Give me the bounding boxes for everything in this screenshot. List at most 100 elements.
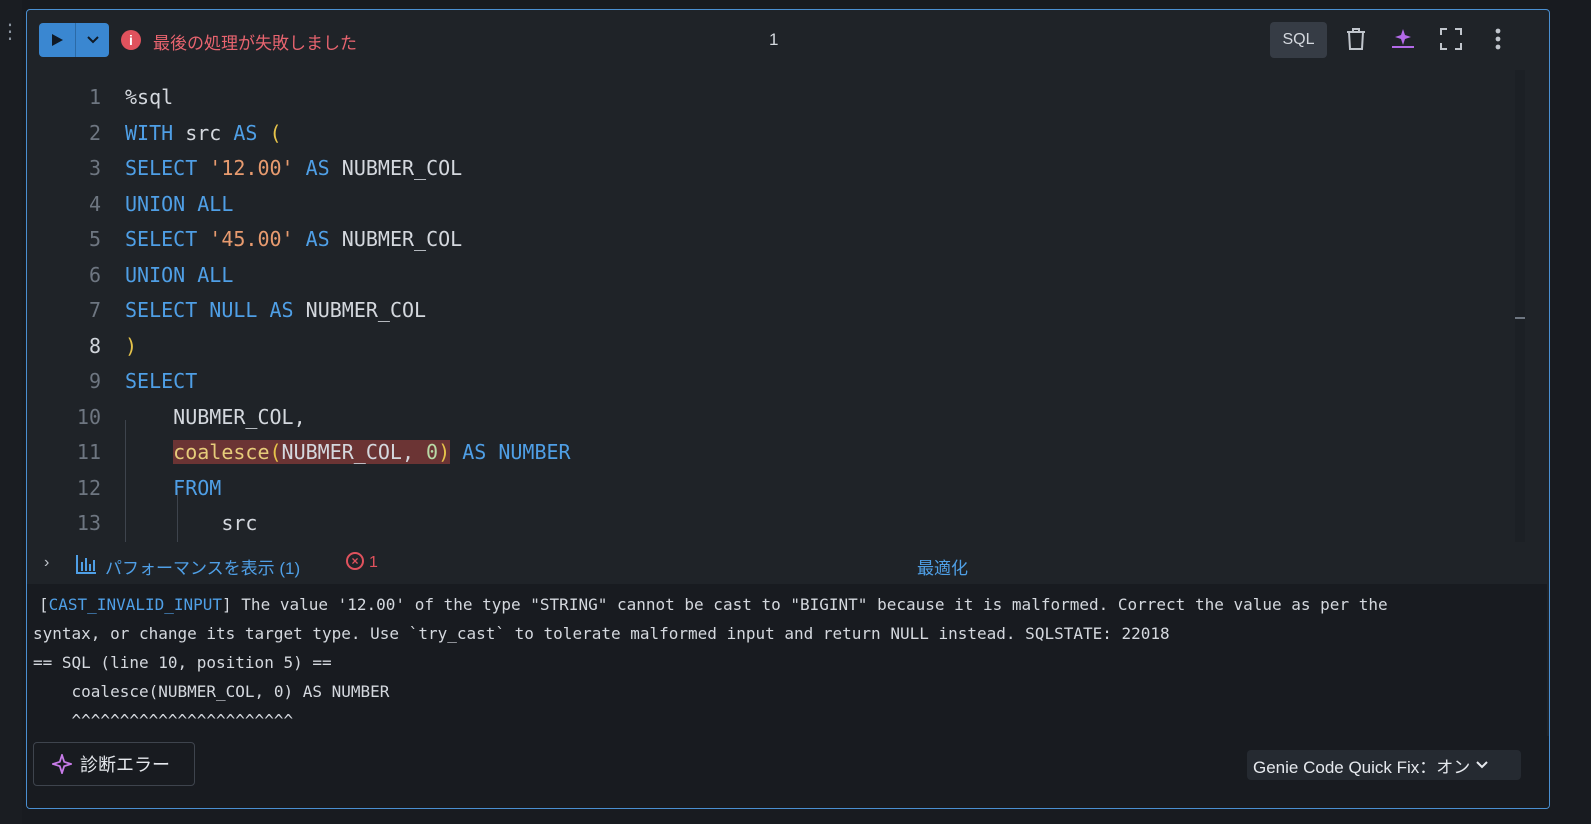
code-text: %sql <box>125 80 173 115</box>
code-line[interactable]: 10 NUBMER_COL, <box>27 400 1514 435</box>
genie-quick-fix-toggle[interactable]: Genie Code Quick Fix：オン <box>1247 750 1521 780</box>
error-count[interactable]: 1 <box>369 554 378 572</box>
error-output: [CAST_INVALID_INPUT] The value '12.00' o… <box>27 584 1547 736</box>
code-line[interactable]: 13 src <box>27 506 1514 541</box>
expand-icon <box>1440 28 1462 50</box>
code-text: UNION ALL <box>125 258 233 293</box>
performance-bar: › パフォーマンスを表示 (1) × 1 最適化 <box>27 544 1549 584</box>
code-line[interactable]: 6 UNION ALL <box>27 258 1514 293</box>
sparkle-icon <box>1392 29 1414 48</box>
trash-icon <box>1347 28 1365 50</box>
assistant-button[interactable] <box>1388 24 1418 54</box>
error-code-line: coalesce(NUBMER_COL, 0) AS NUMBER <box>33 682 390 701</box>
error-location-line: == SQL (line 10, position 5) == <box>33 653 332 672</box>
code-line[interactable]: 1 %sql <box>27 80 1514 115</box>
line-number: 6 <box>88 262 101 287</box>
fullscreen-button[interactable] <box>1436 24 1466 54</box>
code-text: FROM <box>125 471 221 506</box>
more-options-button[interactable] <box>1483 24 1513 54</box>
code-text: NUBMER_COL, <box>125 400 306 435</box>
code-token: NUBMER_COL, <box>281 440 427 464</box>
code-line[interactable]: 7 SELECT NULL AS NUBMER_COL <box>27 293 1514 328</box>
code-token: NUBMER_COL, <box>125 404 306 429</box>
code-token: NULL <box>209 298 258 322</box>
run-options-button[interactable] <box>76 23 109 57</box>
code-token: ( <box>269 120 282 145</box>
code-token: UNION ALL <box>125 191 234 216</box>
code-token: src <box>173 120 234 145</box>
code-line[interactable]: 9 SELECT <box>27 364 1514 399</box>
error-message-line: syntax, or change its target type. Use `… <box>33 624 1170 643</box>
line-number: 12 <box>76 475 101 500</box>
line-number: 7 <box>88 298 101 322</box>
code-line[interactable]: 8) <box>27 329 1514 364</box>
code-token: NUBMER_COL <box>329 227 463 251</box>
code-line[interactable]: 2 WITH src AS ( <box>27 116 1514 151</box>
code-editor[interactable]: 1 %sql 2 WITH src AS ( 3 SELECT '12.00' AS NU… <box>27 70 1514 542</box>
code-token: '12.00' <box>209 156 294 180</box>
code-token: src <box>125 511 258 535</box>
left-strip: ⋮ <box>0 0 22 824</box>
line-number: 11 <box>76 440 101 464</box>
diagnose-error-button[interactable]: 診断エラー <box>33 742 195 786</box>
code-text: WITH src AS ( <box>125 116 282 151</box>
code-token: AS <box>462 440 487 464</box>
code-text: SELECT '12.00' AS NUBMER_COL <box>125 151 462 186</box>
delete-button[interactable] <box>1341 24 1371 54</box>
code-token: WITH <box>125 120 174 145</box>
cell-footer: 診断エラー Genie Code Quick Fix：オン <box>27 736 1549 808</box>
bar-chart-icon[interactable] <box>75 554 97 579</box>
chevron-right-icon[interactable]: › <box>44 554 49 572</box>
line-number: 5 <box>88 227 101 251</box>
code-text: UNION ALL <box>125 187 233 222</box>
code-token: 0 <box>426 440 439 464</box>
editor-scrollbar[interactable] <box>1515 70 1525 542</box>
play-icon <box>52 34 63 46</box>
code-token: UNION ALL <box>125 262 234 287</box>
code-token: NUBMER_COL <box>329 156 463 180</box>
line-number: 9 <box>88 369 101 393</box>
chevron-down-icon <box>86 36 99 44</box>
error-class-link[interactable]: CAST_INVALID_INPUT <box>49 595 222 614</box>
code-text: SELECT <box>125 364 197 399</box>
code-line[interactable]: 5 SELECT '45.00' AS NUBMER_COL <box>27 222 1514 257</box>
error-pointer-line: ^^^^^^^^^^^^^^^^^^^^^^^ <box>33 711 294 730</box>
code-token: ( <box>269 440 282 464</box>
execution-count: 1 <box>769 30 779 49</box>
chevron-down-icon <box>1476 761 1489 769</box>
show-performance-link[interactable]: パフォーマンスを表示 (1) <box>105 554 300 579</box>
code-line[interactable]: 12 FROM <box>27 471 1514 506</box>
error-info-icon: i <box>121 30 141 50</box>
scrollbar-marker <box>1515 317 1525 319</box>
code-token: SELECT <box>125 369 198 393</box>
genie-quick-fix-label: Genie Code Quick Fix：オン <box>1253 757 1471 777</box>
code-token: NUBMER_COL <box>293 298 427 322</box>
kebab-menu-icon <box>1495 28 1501 50</box>
drag-handle-icon[interactable]: ⋮ <box>0 22 20 42</box>
code-token: AS <box>305 156 330 180</box>
diagnose-error-label: 診断エラー <box>80 755 170 775</box>
code-token: AS <box>233 120 258 145</box>
line-number: 13 <box>76 511 101 535</box>
notebook-cell: i 最後の処理が失敗しました 1 SQL 1 %sql 2 WITH src AS (… <box>26 9 1550 809</box>
code-line[interactable]: 11 coalesce(NUBMER_COL, 0) AS NUMBER <box>27 435 1514 470</box>
line-number: 3 <box>88 156 101 180</box>
code-text: src <box>125 506 257 541</box>
code-text: SELECT NULL AS NUBMER_COL <box>125 293 426 328</box>
code-text: ) <box>125 329 137 364</box>
language-badge[interactable]: SQL <box>1270 22 1327 58</box>
optimize-link[interactable]: 最適化 <box>917 554 968 579</box>
run-button[interactable] <box>39 23 75 57</box>
code-line[interactable]: 3 SELECT '12.00' AS NUBMER_COL <box>27 151 1514 186</box>
code-line[interactable]: 4 UNION ALL <box>27 187 1514 222</box>
code-token: ) <box>125 333 138 358</box>
run-button-group <box>39 23 109 57</box>
code-token: SELECT <box>125 227 198 251</box>
